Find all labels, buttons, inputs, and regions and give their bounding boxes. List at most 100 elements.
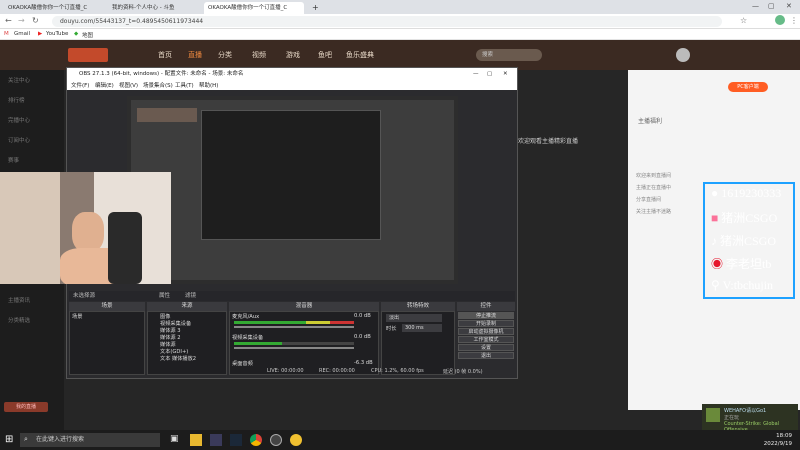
social-overlay: ● 1619230333 ■ 猪洲CSGO ♪ 猪洲CSGO ◉ 李老坦tb ⚲… xyxy=(703,182,795,299)
minimize-icon[interactable]: — xyxy=(473,68,479,80)
nav-games[interactable]: 游戏 xyxy=(286,50,300,60)
sidebar-item[interactable]: 订阅中心 xyxy=(8,136,30,144)
url-input[interactable]: douyu.com/55443137_t=0.4895450611973444 xyxy=(52,16,722,27)
close-icon[interactable]: ✕ xyxy=(503,68,508,80)
wechat-row: ⚲ V:tbchujin xyxy=(711,278,773,293)
obs-preview[interactable] xyxy=(127,96,458,284)
menu-tools[interactable]: 工具(T) xyxy=(175,81,194,89)
volume-slider[interactable] xyxy=(234,347,354,349)
obs-status-bar: LIVE: 00:00:00 REC: 00:00:00 CPU: 1.2%, … xyxy=(267,368,517,377)
user-avatar[interactable] xyxy=(676,48,690,62)
minimize-icon[interactable]: — xyxy=(752,2,759,10)
tab-label: OKAOKA酸僧你你一个订直播_C xyxy=(208,5,288,11)
task-view-icon[interactable]: ▣ xyxy=(170,434,179,444)
pc-client-badge[interactable]: PC客户端 xyxy=(728,82,768,92)
source-item[interactable]: 文本(GDI+) xyxy=(160,348,188,355)
live-time: LIVE: 00:00:00 xyxy=(267,368,304,374)
steam-icon[interactable] xyxy=(230,434,242,446)
browser-tab[interactable]: OKAOKA酸僧你你一个订直播_C xyxy=(4,2,104,14)
virtual-camera-button[interactable]: 启动虚拟摄像机 xyxy=(458,328,514,335)
new-tab-icon: + xyxy=(312,3,318,12)
profile-avatar[interactable] xyxy=(775,15,785,25)
scene-item[interactable]: 场景 xyxy=(72,313,82,320)
filters-button[interactable]: 滤镜 xyxy=(185,291,196,301)
source-item[interactable]: 文本 媒体播放2 xyxy=(160,355,196,362)
browser-tab[interactable]: 我的资料-个人中心 - 斗鱼 xyxy=(108,2,202,14)
app-icon[interactable] xyxy=(210,434,222,446)
sidebar-item[interactable]: 关注中心 xyxy=(8,76,30,84)
nav-category[interactable]: 分类 xyxy=(218,50,232,60)
nav-video[interactable]: 视频 xyxy=(252,50,266,60)
menu-icon[interactable]: ⋮ xyxy=(790,16,798,25)
mixer-channel-db: 0.0 dB xyxy=(354,313,371,319)
wechat-id: V:tbchujin xyxy=(722,278,774,292)
nav-festival[interactable]: 鱼乐盛典 xyxy=(346,50,374,60)
source-item[interactable]: 媒体源 xyxy=(160,341,176,348)
start-recording-button[interactable]: 开始录制 xyxy=(458,320,514,327)
properties-button[interactable]: 属性 xyxy=(159,291,170,301)
douyin-row: ♪ 猪洲CSGO xyxy=(711,232,776,249)
nav-home[interactable]: 首页 xyxy=(158,50,172,60)
mixer-channel-name: 麦克风/Aux xyxy=(232,314,260,320)
bilibili-name: 猪洲CSGO xyxy=(721,211,778,225)
sidebar-item[interactable]: 完播中心 xyxy=(8,116,30,124)
file-explorer-icon[interactable] xyxy=(190,434,202,446)
duration-label: 时长 xyxy=(386,326,397,332)
source-item[interactable]: 媒体源 3 xyxy=(160,327,181,334)
source-item[interactable]: 视频采集设备 xyxy=(160,320,191,327)
system-clock[interactable]: 18:09 2022/9/19 xyxy=(764,432,792,448)
reload-icon[interactable]: ↻ xyxy=(32,16,39,25)
close-icon[interactable]: ✕ xyxy=(786,2,792,10)
obs-icon[interactable] xyxy=(270,434,282,446)
steam-notification[interactable]: WEHAFO请以Go1 正在玩 Counter-Strike: Global O… xyxy=(702,404,798,433)
windows-start-icon[interactable]: ⊞ xyxy=(5,434,13,445)
mixer-channel-name: 桌面音频 xyxy=(232,361,253,367)
bookmark-youtube[interactable]: YouTube xyxy=(46,31,68,37)
nested-obs-preview xyxy=(201,110,381,240)
menu-edit[interactable]: 编辑(E) xyxy=(95,81,114,89)
bookmark-star-icon[interactable]: ☆ xyxy=(740,16,747,25)
tab-label: OKAOKA酸僧你你一个订直播_C xyxy=(8,5,88,11)
browser-tab-active[interactable]: OKAOKA酸僧你你一个订直播_C xyxy=(204,2,304,14)
source-item[interactable]: 媒体源 2 xyxy=(160,334,181,341)
windows-taskbar: ⊞ 在此键入进行搜索 ⌕ ▣ 18:09 2022/9/19 xyxy=(0,430,800,450)
transition-select[interactable]: 淡出 xyxy=(386,314,442,322)
bookmark-maps[interactable]: 地图 xyxy=(82,31,93,39)
exit-button[interactable]: 退出 xyxy=(458,352,514,359)
nested-preview xyxy=(131,100,454,280)
source-item[interactable]: 图像 xyxy=(160,313,170,320)
menu-file[interactable]: 文件(F) xyxy=(71,81,89,89)
taskbar-search-input[interactable]: 在此键入进行搜索 xyxy=(20,433,160,447)
sidebar-item[interactable]: 分类精选 xyxy=(8,316,30,324)
sidebar-item[interactable]: 排行榜 xyxy=(8,96,25,104)
nav-fishbar[interactable]: 鱼吧 xyxy=(318,50,332,60)
my-live-button[interactable]: 我的直播 xyxy=(4,402,48,412)
transitions-dock: 淡出 时长 300 ms xyxy=(381,311,455,375)
stop-streaming-button[interactable]: 停止推流 xyxy=(458,312,514,319)
menu-scene-collection[interactable]: 场景集合(S) xyxy=(143,81,173,89)
studio-mode-button[interactable]: 工作室模式 xyxy=(458,336,514,343)
chrome-icon[interactable] xyxy=(250,434,262,446)
nav-live[interactable]: 直播 xyxy=(188,50,202,60)
forward-icon[interactable]: → xyxy=(18,16,25,25)
menu-view[interactable]: 视图(V) xyxy=(119,81,138,89)
menu-help[interactable]: 帮助(H) xyxy=(199,81,218,89)
bookmark-gmail[interactable]: Gmail xyxy=(14,31,30,37)
duration-input[interactable]: 300 ms xyxy=(402,324,442,332)
maximize-icon[interactable]: ▢ xyxy=(768,2,775,10)
maximize-icon[interactable]: ▢ xyxy=(487,68,492,80)
site-search-input[interactable]: 搜索 xyxy=(476,49,542,61)
transitions-dock-header: 转场特效 xyxy=(381,302,455,311)
settings-button[interactable]: 设置 xyxy=(458,344,514,351)
back-icon[interactable]: ← xyxy=(5,16,12,25)
new-tab-button[interactable]: + xyxy=(308,2,318,14)
volume-meter xyxy=(234,321,354,324)
sidebar-item[interactable]: 赛事 xyxy=(8,156,19,164)
sidebar-item[interactable]: 主播资讯 xyxy=(8,296,30,304)
chat-message: 欢迎来到直播间 xyxy=(636,173,672,179)
gmail-icon: M xyxy=(4,31,9,37)
clock-date: 2022/9/19 xyxy=(763,441,792,447)
site-logo[interactable] xyxy=(68,48,108,62)
app-icon[interactable] xyxy=(290,434,302,446)
volume-slider[interactable] xyxy=(234,326,354,328)
